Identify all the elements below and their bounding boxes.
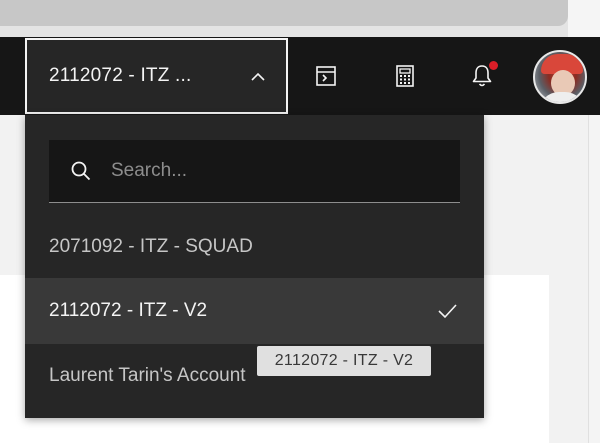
browser-top-strip [0, 0, 600, 37]
account-switcher-label: 2112072 - ITZ ... [49, 65, 192, 86]
address-bar[interactable] [0, 0, 568, 26]
notification-badge [489, 61, 498, 70]
account-option-v2[interactable]: 2112072 - ITZ - V2 [25, 278, 484, 344]
account-search-field[interactable] [49, 140, 460, 203]
account-option-label: Laurent Tarin's Account [49, 365, 246, 386]
chevron-up-icon [251, 72, 265, 81]
window-edge [568, 0, 600, 37]
terminal-icon[interactable] [309, 57, 343, 95]
account-tooltip: 2112072 - ITZ - V2 [257, 346, 431, 376]
terminal-icon-glyph [316, 66, 336, 86]
user-avatar[interactable] [533, 50, 587, 104]
search-input[interactable] [111, 151, 441, 191]
calculator-icon-glyph [396, 65, 414, 87]
account-switcher-button[interactable]: 2112072 - ITZ ... [25, 38, 288, 114]
account-option-squad[interactable]: 2071092 - ITZ - SQUAD [25, 214, 484, 280]
search-icon [71, 161, 91, 181]
checkmark-icon [438, 304, 457, 319]
calculator-icon[interactable] [388, 57, 422, 95]
account-option-label: 2112072 - ITZ - V2 [49, 300, 208, 321]
account-option-label: 2071092 - ITZ - SQUAD [49, 236, 253, 257]
page-scroll-gutter [588, 115, 600, 443]
